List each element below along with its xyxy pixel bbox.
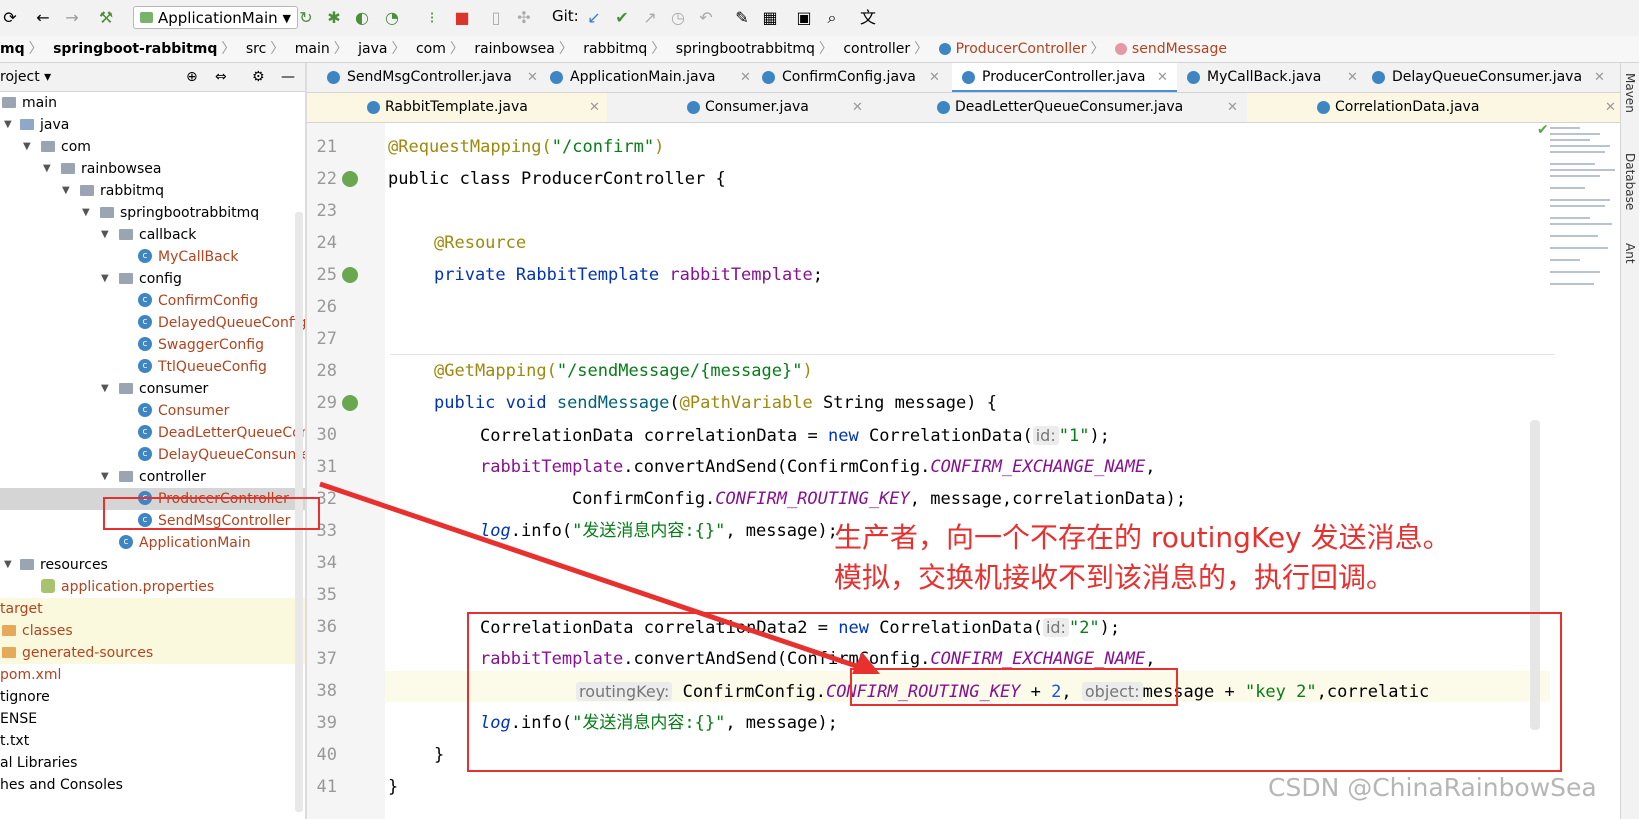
annotation-arrow — [319, 481, 880, 674]
annotation-text-line2: 模拟，交换机接收不到该消息的，执行回调。 — [834, 561, 1395, 594]
watermark: CSDN @ChinaRainbowSea — [1268, 773, 1597, 802]
annotation-text-line1: 生产者，向一个不存在的 routingKey 发送消息。 — [834, 521, 1451, 554]
